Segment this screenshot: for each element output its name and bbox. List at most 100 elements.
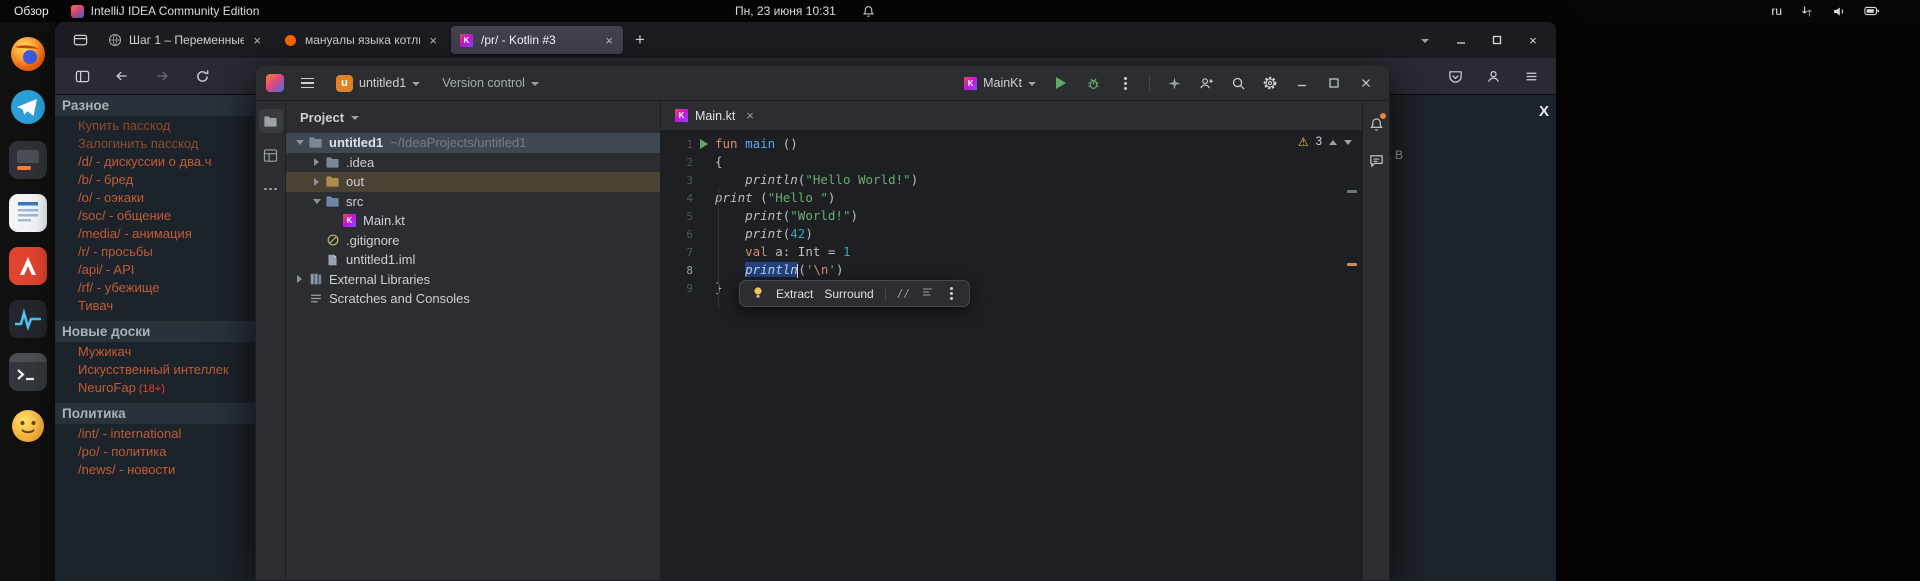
structure-tool-icon[interactable] [259,143,283,167]
clock[interactable]: Пн, 23 июня 10:31 [735,4,836,18]
tab-close-icon[interactable]: × [427,33,439,48]
dock-smiley-icon[interactable] [9,406,47,444]
line-number[interactable]: 1 [667,138,693,151]
window-maximize-button[interactable] [1321,70,1347,96]
project-panel-header[interactable]: Project [286,101,660,133]
window-minimize-button[interactable] [1289,70,1315,96]
sidebar-toggle-icon[interactable] [69,63,95,89]
dock-system-monitor-icon[interactable] [9,300,47,338]
ai-chat-icon[interactable] [1365,149,1387,171]
code-line-8[interactable]: 8 println('\n') [661,261,1362,279]
dock-aimp-icon[interactable] [9,247,47,285]
prev-problem-icon[interactable] [1329,140,1337,145]
line-number[interactable]: 7 [667,246,693,259]
more-tools-icon[interactable] [259,177,283,201]
browser-tab-pr-kotlin-3[interactable]: K/pr/ - Kotlin #3× [451,26,623,54]
tree-item-idea[interactable]: .idea [286,153,660,173]
run-configuration-widget[interactable]: K MainKt [958,73,1042,93]
vcs-widget[interactable]: Version control [436,73,545,93]
list-all-tabs-icon[interactable] [1412,27,1438,53]
dock-terminal-icon[interactable] [9,353,47,391]
inspections-widget[interactable]: ⚠ 3 [1298,135,1352,149]
code-line-4[interactable]: 4print ("Hello ") [661,189,1362,207]
notifications-bell-icon[interactable] [862,5,875,18]
chevron-right-icon[interactable] [309,178,324,186]
code-line-7[interactable]: 7 val a: Int = 1 [661,243,1362,261]
reload-icon[interactable] [189,63,215,89]
volume-icon[interactable] [1832,5,1846,18]
main-menu-icon[interactable] [294,70,320,96]
code-line-2[interactable]: 2{ [661,153,1362,171]
dock-documents-icon[interactable] [9,194,47,232]
tree-item-main-kt[interactable]: KMain.kt [286,211,660,231]
code-line-1[interactable]: 1fun main () [661,135,1362,153]
dock-firefox-icon[interactable] [9,35,47,73]
project-tool-icon[interactable] [259,109,283,133]
run-button[interactable] [1048,70,1074,96]
more-actions-icon[interactable] [1112,70,1138,96]
tree-item-gitignore[interactable]: .gitignore [286,231,660,251]
window-close-button[interactable]: × [1520,27,1546,53]
debug-button[interactable] [1080,70,1106,96]
browser-tab-шаг-1-переменные-s[interactable]: Шаг 1 – Переменные – S× [99,26,271,54]
line-number[interactable]: 4 [667,192,693,205]
tree-item-untitled1-iml[interactable]: untitled1.iml [286,250,660,270]
network-icon[interactable] [1800,5,1814,18]
pocket-icon[interactable] [1442,64,1468,90]
search-icon[interactable] [1225,70,1251,96]
code-editor[interactable]: 1fun main ()2{3 println("Hello World!")4… [661,131,1362,581]
tab-close-icon[interactable]: × [603,33,615,48]
surround-button[interactable]: Surround [824,287,873,301]
window-close-button[interactable] [1353,70,1379,96]
line-number[interactable]: 6 [667,228,693,241]
tree-item-src[interactable]: src [286,192,660,212]
browser-tab-мануалы-языка-котлин[interactable]: мануалы языка котлин× [275,26,447,54]
popup-more-icon[interactable] [950,292,953,295]
chevron-right-icon[interactable] [309,158,324,166]
account-icon[interactable] [1480,64,1506,90]
tree-item-label: untitled1 [329,135,383,150]
menu-icon[interactable] [1518,64,1544,90]
dock-telegram-icon[interactable] [9,88,47,126]
settings-gear-icon[interactable] [1257,70,1283,96]
power-icon[interactable] [1864,5,1880,17]
tree-item-out[interactable]: out [286,172,660,192]
run-gutter-icon[interactable] [693,139,715,149]
forward-icon[interactable] [149,63,175,89]
dock-files-icon[interactable] [9,141,47,179]
chevron-down-icon[interactable] [292,140,307,145]
line-number[interactable]: 9 [667,282,693,295]
new-tab-button[interactable]: + [627,30,653,50]
reformat-icon[interactable] [921,286,934,301]
editor-tab-mainkt[interactable]: K Main.kt × [675,108,754,123]
keyboard-layout-indicator[interactable]: ru [1771,4,1782,18]
code-with-me-icon[interactable] [1193,70,1219,96]
ai-assistant-icon[interactable] [1161,70,1187,96]
tab-close-icon[interactable]: × [746,108,754,123]
code-line-5[interactable]: 5 print("World!") [661,207,1362,225]
line-number[interactable]: 5 [667,210,693,223]
firefox-view-icon[interactable] [67,27,93,53]
chevron-right-icon[interactable] [292,275,307,283]
code-line-3[interactable]: 3 println("Hello World!") [661,171,1362,189]
comment-icon[interactable]: // [897,287,910,300]
tree-item-scratches-and-consoles[interactable]: Scratches and Consoles [286,289,660,309]
window-restore-button[interactable] [1484,27,1510,53]
extract-button[interactable]: Extract [776,287,813,301]
tree-item-untitled1[interactable]: untitled1~/IdeaProjects/untitled1 [286,133,660,153]
code-line-6[interactable]: 6 print(42) [661,225,1362,243]
activities-button[interactable]: Обзор [14,4,49,18]
tree-item-external-libraries[interactable]: External Libraries [286,270,660,290]
next-problem-icon[interactable] [1344,140,1352,145]
line-number[interactable]: 8 [667,264,693,277]
project-widget[interactable]: u untitled1 [330,72,426,95]
back-icon[interactable] [109,63,135,89]
line-number[interactable]: 2 [667,156,693,169]
window-minimize-button[interactable] [1448,27,1474,53]
line-number[interactable]: 3 [667,174,693,187]
notifications-bell-icon[interactable] [1365,113,1387,135]
focused-app-indicator[interactable]: IntelliJ IDEA Community Edition [71,4,260,18]
tab-close-icon[interactable]: × [251,33,263,48]
intention-bulb-icon[interactable] [751,285,765,303]
chevron-down-icon[interactable] [309,199,324,204]
